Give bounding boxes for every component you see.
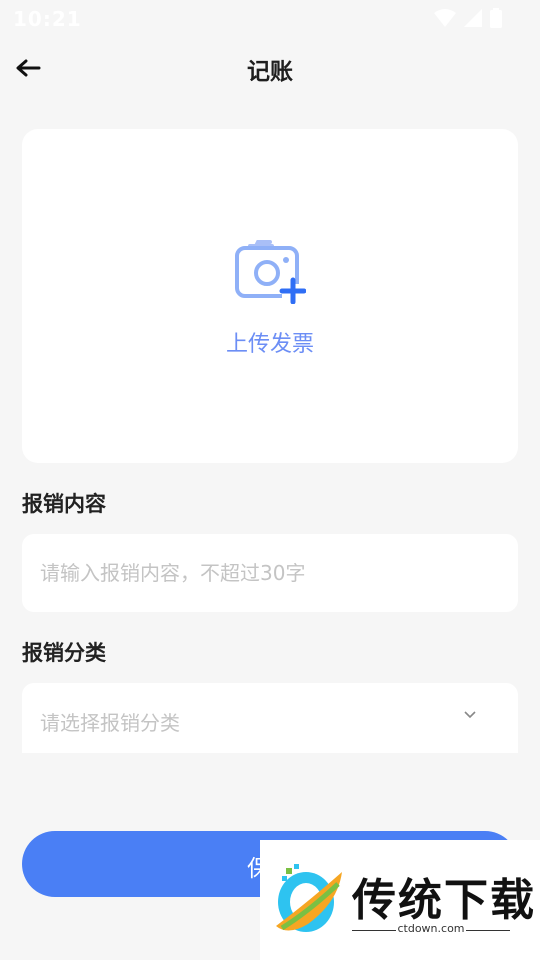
content-input[interactable] (22, 534, 480, 612)
upload-invoice-label: 上传发票 (225, 332, 314, 357)
signal-icon (464, 9, 482, 27)
page-title: 记账 (247, 59, 293, 85)
content-field (22, 534, 518, 612)
status-bar: 10:21 (0, 0, 540, 36)
category-select[interactable]: 请选择报销分类 (22, 683, 518, 753)
watermark-overlay: 传统下载 ctdown.com (260, 840, 540, 960)
ctdown-logo-icon (276, 864, 342, 932)
battery-icon (490, 8, 502, 28)
status-icons (434, 8, 502, 28)
watermark-title: 传统下载 (352, 875, 536, 926)
chevron-down-icon (464, 711, 476, 719)
content-section-label: 报销内容 (22, 492, 106, 516)
category-placeholder: 请选择报销分类 (40, 711, 180, 735)
watermark-divider-right (466, 930, 510, 931)
category-section-label: 报销分类 (22, 641, 106, 665)
camera-add-icon (235, 240, 306, 304)
status-time: 10:21 (13, 7, 82, 31)
wifi-icon (434, 9, 456, 27)
watermark-subtitle: ctdown.com (397, 922, 465, 935)
app-bar: 记账 (0, 36, 540, 100)
